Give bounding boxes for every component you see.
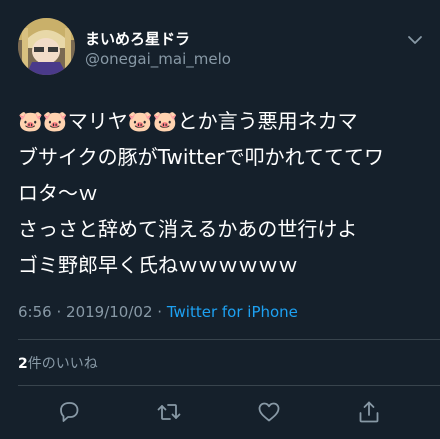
chevron-down-icon[interactable] — [405, 30, 425, 50]
tweet-source-link[interactable]: Twitter for iPhone — [167, 303, 298, 321]
display-name[interactable]: まいめろ星ドラ — [85, 28, 190, 49]
likes-count[interactable]: 2件のいいね — [18, 353, 98, 373]
user-handle[interactable]: @onegai_mai_melo — [85, 50, 231, 68]
tweet-date[interactable]: 2019/10/02 — [66, 303, 152, 321]
likes-number: 2 — [18, 356, 28, 372]
avatar-image — [18, 18, 75, 75]
likes-label: 件のいいね — [27, 356, 98, 372]
tweet-text: 🐷🐷マリヤ🐷🐷とか言う悪用ネカマ ブサイクの豚がTwitterで叩かれてててワ … — [18, 109, 385, 277]
divider — [18, 385, 440, 386]
divider — [18, 339, 440, 340]
retweet-icon[interactable] — [156, 399, 182, 425]
tweet-actions — [0, 399, 440, 433]
tweet-time[interactable]: 6:56 — [18, 303, 52, 321]
meta-separator: · — [157, 303, 163, 321]
tweet-meta: 6:56 · 2019/10/02 · Twitter for iPhone — [18, 303, 298, 321]
heart-icon[interactable] — [256, 399, 282, 425]
share-icon[interactable] — [356, 399, 382, 425]
avatar[interactable] — [18, 18, 75, 75]
meta-separator: · — [56, 303, 62, 321]
reply-icon[interactable] — [56, 399, 82, 425]
